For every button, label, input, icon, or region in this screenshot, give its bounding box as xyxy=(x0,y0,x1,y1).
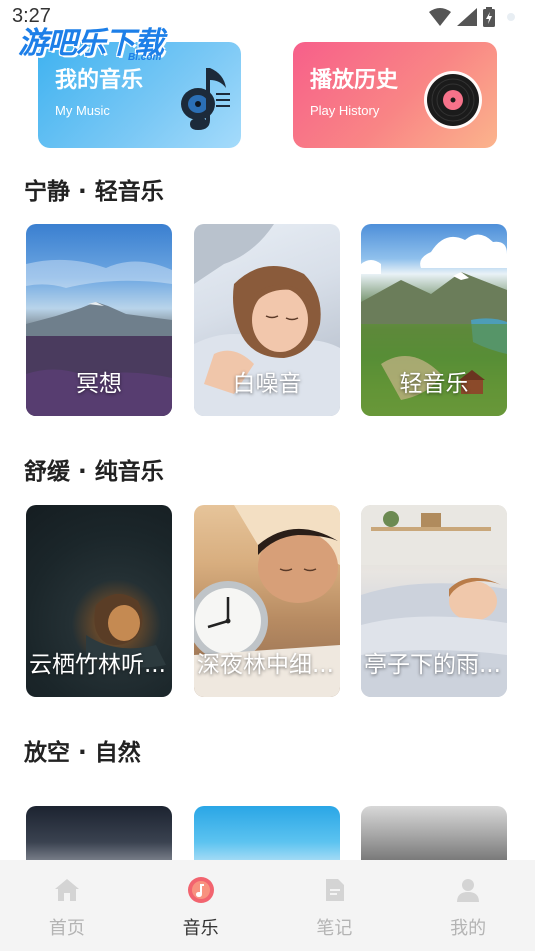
nav-label-music: 音乐 xyxy=(182,918,219,939)
tile-white-noise[interactable]: 白噪音 xyxy=(194,224,340,416)
tile-bamboo-forest[interactable]: 云栖竹林听... xyxy=(26,505,172,697)
signal-icon xyxy=(457,8,477,26)
section-title-calm: 宁静 · 轻音乐 xyxy=(24,179,164,205)
battery-icon xyxy=(483,7,495,27)
section-title-nature: 放空 · 自然 xyxy=(24,740,141,766)
tile-pavilion-rain[interactable]: 亭子下的雨... xyxy=(361,505,507,697)
tile-light-music[interactable]: 轻音乐 xyxy=(361,224,507,416)
nav-item-music[interactable]: 音乐 xyxy=(134,860,268,951)
home-icon xyxy=(54,879,79,901)
tile-nature-2[interactable] xyxy=(194,806,340,866)
music-icon xyxy=(187,877,214,903)
tile-label: 云栖竹林听... xyxy=(29,652,166,678)
play-history-title: 播放历史 xyxy=(310,68,399,93)
tile-meditation[interactable]: 冥想 xyxy=(26,224,172,416)
tile-label: 冥想 xyxy=(76,371,122,397)
wifi-icon xyxy=(429,8,451,26)
vinyl-record-icon xyxy=(424,71,482,129)
tile-night-forest[interactable]: 深夜林中细... xyxy=(194,505,340,697)
tile-label: 亭子下的雨... xyxy=(364,652,501,678)
watermark-logo: 游吧乐下载 Bl.com xyxy=(18,18,188,66)
nav-item-notes[interactable]: 笔记 xyxy=(268,860,402,951)
nav-item-profile[interactable]: 我的 xyxy=(401,860,535,951)
tile-label: 轻音乐 xyxy=(399,371,469,397)
notification-dot-icon xyxy=(507,13,515,21)
tile-nature-3[interactable] xyxy=(361,806,507,866)
note-icon xyxy=(326,879,345,901)
music-note-icon xyxy=(181,68,230,130)
my-music-title: 我的音乐 xyxy=(55,68,144,93)
status-icons xyxy=(429,7,515,27)
my-music-subtitle: My Music xyxy=(55,103,110,118)
nav-label-home: 首页 xyxy=(48,918,85,939)
nav-item-home[interactable]: 首页 xyxy=(0,860,134,951)
watermark-sub: Bl.com xyxy=(128,52,162,63)
play-history-subtitle: Play History xyxy=(310,103,380,118)
bottom-nav: 首页 音乐 笔记 我的 xyxy=(0,860,535,951)
user-icon xyxy=(457,879,480,902)
section-title-soothing: 舒缓 · 纯音乐 xyxy=(24,459,164,485)
play-history-card[interactable]: 播放历史 Play History xyxy=(293,42,497,148)
nav-label-notes: 笔记 xyxy=(316,918,353,939)
tile-label: 深夜林中细... xyxy=(197,652,334,678)
nav-label-profile: 我的 xyxy=(450,918,487,939)
tile-nature-1[interactable] xyxy=(26,806,172,866)
tile-label: 白噪音 xyxy=(232,371,302,397)
